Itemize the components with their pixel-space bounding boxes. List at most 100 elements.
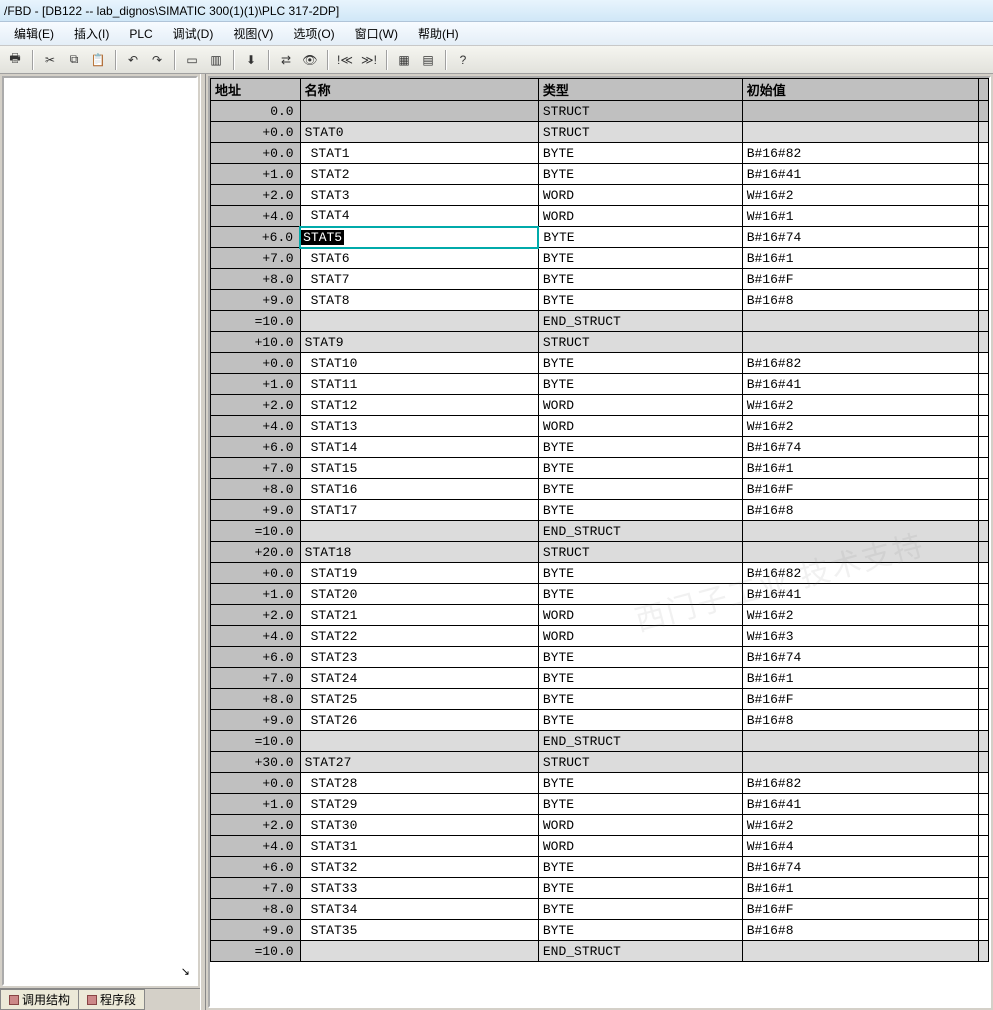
- cell-type[interactable]: WORD: [538, 185, 742, 206]
- cell-last[interactable]: [978, 332, 988, 353]
- cell-last[interactable]: [978, 878, 988, 899]
- layout1-icon[interactable]: ▦: [393, 49, 415, 71]
- cell-address[interactable]: +6.0: [211, 857, 301, 878]
- cell-init[interactable]: B#16#74: [742, 857, 978, 878]
- cell-type[interactable]: BYTE: [538, 857, 742, 878]
- cell-last[interactable]: [978, 542, 988, 563]
- cell-address[interactable]: +7.0: [211, 878, 301, 899]
- cell-type[interactable]: BYTE: [538, 143, 742, 164]
- cell-name[interactable]: STAT24: [300, 668, 538, 689]
- cell-init[interactable]: B#16#F: [742, 899, 978, 920]
- cell-last[interactable]: [978, 269, 988, 290]
- cell-address[interactable]: +8.0: [211, 689, 301, 710]
- table-row[interactable]: +2.0STAT12WORDW#16#2: [211, 395, 989, 416]
- table-row[interactable]: +1.0STAT11BYTEB#16#41: [211, 374, 989, 395]
- cell-type[interactable]: BYTE: [538, 227, 742, 248]
- cell-init[interactable]: B#16#82: [742, 143, 978, 164]
- cell-type[interactable]: BYTE: [538, 164, 742, 185]
- table-row[interactable]: +4.0STAT13WORDW#16#2: [211, 416, 989, 437]
- menu-item-5[interactable]: 选项(O): [283, 22, 344, 46]
- cell-init[interactable]: W#16#4: [742, 836, 978, 857]
- cell-type[interactable]: WORD: [538, 626, 742, 647]
- cell-type[interactable]: WORD: [538, 815, 742, 836]
- cell-init[interactable]: [742, 542, 978, 563]
- cell-address[interactable]: +10.0: [211, 332, 301, 353]
- menu-item-0[interactable]: 编辑(E): [4, 22, 64, 46]
- table-row[interactable]: +1.0STAT20BYTEB#16#41: [211, 584, 989, 605]
- table-row[interactable]: =10.0END_STRUCT: [211, 941, 989, 962]
- cell-type[interactable]: BYTE: [538, 458, 742, 479]
- cell-init[interactable]: [742, 101, 978, 122]
- cell-name[interactable]: STAT16: [300, 479, 538, 500]
- cell-address[interactable]: +8.0: [211, 269, 301, 290]
- left-tab-1[interactable]: 程序段: [78, 989, 145, 1010]
- cell-init[interactable]: B#16#1: [742, 458, 978, 479]
- cell-last[interactable]: [978, 185, 988, 206]
- left-tab-0[interactable]: 调用结构: [0, 989, 79, 1010]
- cell-init[interactable]: W#16#2: [742, 185, 978, 206]
- table-row[interactable]: +6.0STAT32BYTEB#16#74: [211, 857, 989, 878]
- table-row[interactable]: +2.0STAT30WORDW#16#2: [211, 815, 989, 836]
- col-header-name[interactable]: 名称: [300, 79, 538, 101]
- table-row[interactable]: +6.0STAT14BYTEB#16#74: [211, 437, 989, 458]
- table-row[interactable]: +4.0STAT31WORDW#16#4: [211, 836, 989, 857]
- cell-name[interactable]: [300, 101, 538, 122]
- cell-init[interactable]: W#16#3: [742, 626, 978, 647]
- cell-name[interactable]: STAT34: [300, 899, 538, 920]
- cell-init[interactable]: [742, 521, 978, 542]
- cell-name[interactable]: STAT14: [300, 437, 538, 458]
- table-row[interactable]: +4.0STAT4WORDW#16#1: [211, 206, 989, 227]
- cell-init[interactable]: W#16#2: [742, 605, 978, 626]
- cell-init[interactable]: W#16#2: [742, 416, 978, 437]
- cell-last[interactable]: [978, 479, 988, 500]
- cell-address[interactable]: +6.0: [211, 647, 301, 668]
- cell-type[interactable]: STRUCT: [538, 542, 742, 563]
- cell-name[interactable]: STAT11: [300, 374, 538, 395]
- cell-name[interactable]: STAT31: [300, 836, 538, 857]
- cell-address[interactable]: +1.0: [211, 584, 301, 605]
- table-row[interactable]: +0.0STAT10BYTEB#16#82: [211, 353, 989, 374]
- cell-type[interactable]: BYTE: [538, 479, 742, 500]
- cell-type[interactable]: WORD: [538, 206, 742, 227]
- cell-type[interactable]: BYTE: [538, 437, 742, 458]
- cell-init[interactable]: W#16#2: [742, 395, 978, 416]
- cell-init[interactable]: B#16#1: [742, 668, 978, 689]
- cell-address[interactable]: +0.0: [211, 122, 301, 143]
- cell-last[interactable]: [978, 122, 988, 143]
- col-header-init[interactable]: 初始值: [742, 79, 978, 101]
- cell-name[interactable]: STAT23: [300, 647, 538, 668]
- cell-last[interactable]: [978, 206, 988, 227]
- cell-name[interactable]: STAT5: [300, 227, 538, 248]
- cell-type[interactable]: END_STRUCT: [538, 311, 742, 332]
- menu-item-4[interactable]: 视图(V): [223, 22, 283, 46]
- cell-name[interactable]: [300, 941, 538, 962]
- cell-address[interactable]: +6.0: [211, 227, 301, 248]
- window-icon[interactable]: ▭: [181, 49, 203, 71]
- cell-name[interactable]: STAT6: [300, 248, 538, 269]
- cell-init[interactable]: W#16#2: [742, 815, 978, 836]
- cell-address[interactable]: +4.0: [211, 206, 301, 227]
- cell-address[interactable]: +2.0: [211, 605, 301, 626]
- cell-init[interactable]: [742, 311, 978, 332]
- menu-item-7[interactable]: 帮助(H): [408, 22, 469, 46]
- table-row[interactable]: =10.0END_STRUCT: [211, 521, 989, 542]
- table-row[interactable]: +9.0STAT17BYTEB#16#8: [211, 500, 989, 521]
- cell-name[interactable]: STAT32: [300, 857, 538, 878]
- table-row[interactable]: +4.0STAT22WORDW#16#3: [211, 626, 989, 647]
- cell-address[interactable]: +7.0: [211, 668, 301, 689]
- selected-text[interactable]: STAT5: [301, 230, 344, 245]
- cell-address[interactable]: +2.0: [211, 815, 301, 836]
- help-icon[interactable]: ?: [452, 49, 474, 71]
- network-icon[interactable]: ⇄: [275, 49, 297, 71]
- cell-type[interactable]: BYTE: [538, 353, 742, 374]
- cell-last[interactable]: [978, 584, 988, 605]
- cell-type[interactable]: BYTE: [538, 899, 742, 920]
- db-table[interactable]: 地址 名称 类型 初始值 0.0STRUCT+0.0STAT0STRUCT+0.…: [210, 78, 989, 962]
- cell-address[interactable]: +1.0: [211, 794, 301, 815]
- menu-item-2[interactable]: PLC: [119, 22, 162, 46]
- cell-init[interactable]: [742, 731, 978, 752]
- cell-address[interactable]: +0.0: [211, 563, 301, 584]
- cell-last[interactable]: [978, 710, 988, 731]
- menu-item-6[interactable]: 窗口(W): [345, 22, 408, 46]
- cell-address[interactable]: +1.0: [211, 164, 301, 185]
